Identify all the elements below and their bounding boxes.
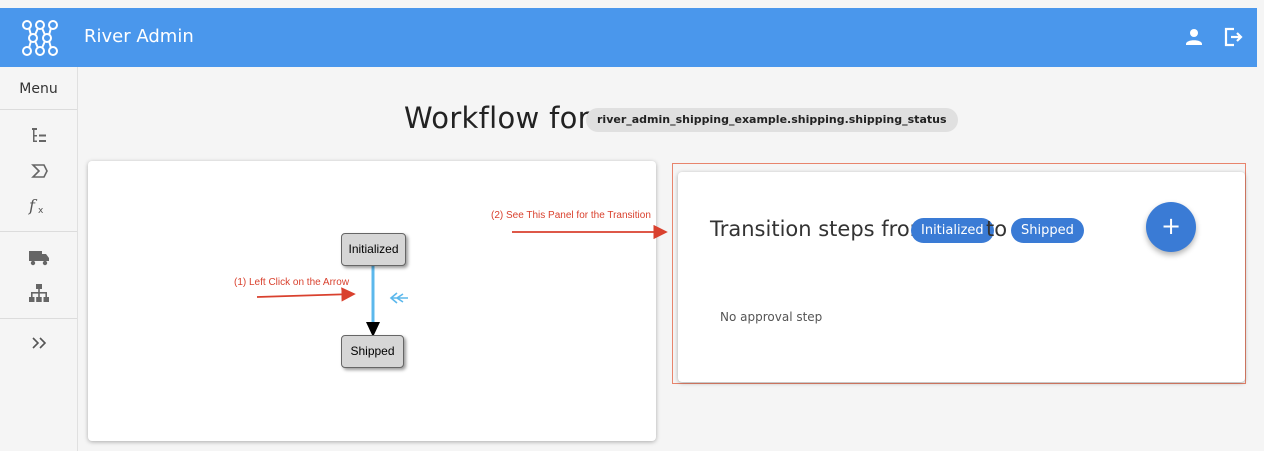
- workflow-name-chip: river_admin_shipping_example.shipping.sh…: [586, 108, 958, 132]
- workflow-diagram-card: Initialized Shipped (1) Left Click on th…: [88, 161, 656, 441]
- annotation-arrow-2: [512, 225, 668, 239]
- add-approval-step-button[interactable]: +: [1146, 202, 1196, 252]
- svg-text:f: f: [28, 196, 38, 215]
- top-app-bar: River Admin: [0, 8, 1257, 67]
- truck-icon[interactable]: [27, 245, 51, 269]
- network-logo-icon[interactable]: [20, 18, 60, 58]
- sidebar-divider: [0, 109, 77, 110]
- annotation-step-1: (1) Left Click on the Arrow: [234, 277, 350, 288]
- workflow-diagram: [256, 266, 408, 337]
- org-chart-icon[interactable]: [27, 281, 51, 305]
- transition-heading: Transition steps from: [710, 217, 931, 241]
- summation-icon[interactable]: [27, 159, 51, 183]
- sidebar: Menu f x: [0, 67, 78, 451]
- empty-state-text: No approval step: [720, 310, 823, 324]
- menu-label: Menu: [19, 81, 58, 97]
- hierarchy-list-icon[interactable]: [27, 124, 51, 148]
- state-node-shipped[interactable]: Shipped: [341, 335, 404, 368]
- svg-text:x: x: [38, 206, 44, 216]
- app-title[interactable]: River Admin: [84, 26, 194, 47]
- state-node-initialized[interactable]: Initialized: [341, 233, 406, 266]
- transition-connector: to: [986, 217, 1008, 241]
- annotation-arrow-1: [256, 287, 356, 302]
- sidebar-divider: [0, 318, 77, 319]
- user-icon[interactable]: [1181, 24, 1207, 50]
- transition-panel: Transition steps from Initialized to Shi…: [678, 172, 1245, 382]
- sidebar-divider: [0, 231, 77, 232]
- expand-chevrons-icon[interactable]: [27, 331, 51, 355]
- double-chevron-left-icon: [389, 292, 408, 304]
- destination-state-chip[interactable]: Shipped: [1011, 218, 1084, 243]
- page-title: Workflow for: [404, 101, 590, 135]
- function-icon[interactable]: f x: [27, 194, 51, 218]
- annotation-step-2: (2) See This Panel for the Transition: [491, 210, 651, 221]
- source-state-chip[interactable]: Initialized: [911, 218, 994, 243]
- logout-icon[interactable]: [1220, 24, 1246, 50]
